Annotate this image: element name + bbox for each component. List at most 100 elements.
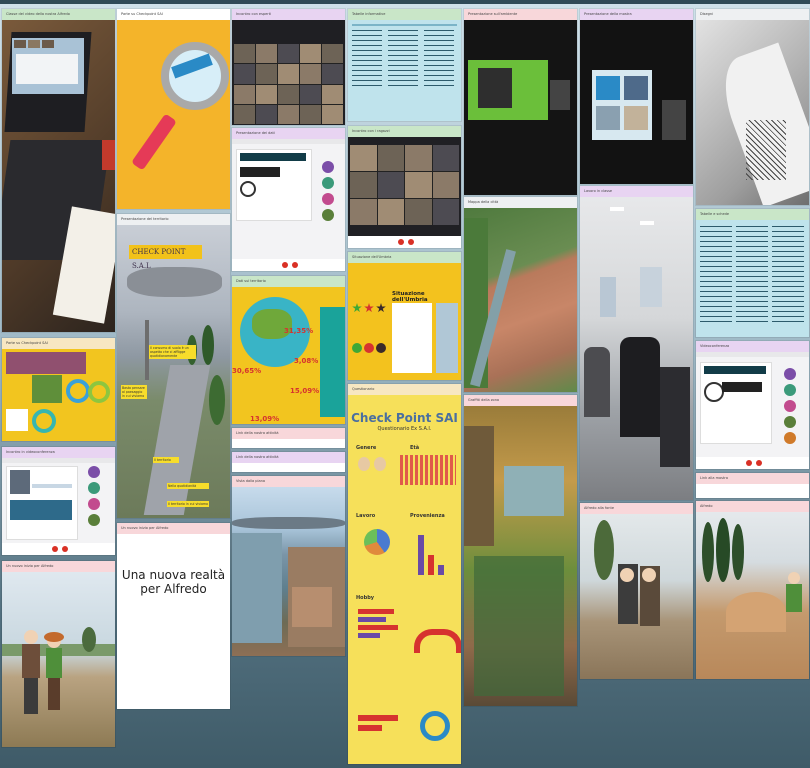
post-card-videocall-grid[interactable]: Incontro con esperti (232, 9, 345, 125)
post-image (696, 352, 809, 469)
post-header: Alfredo (696, 501, 809, 512)
post-image (232, 487, 345, 656)
sign-4: Nella quotidianità (167, 483, 209, 489)
sign-3: Il territorio (153, 457, 179, 463)
questionnaire-title: Check Point SAI (351, 411, 458, 425)
post-image (464, 208, 577, 392)
post-image: Situazione dell'Umbria (348, 263, 461, 380)
sign-1: Il consumo di suolo è un aspetto che ci … (149, 345, 196, 359)
post-card-data-presentation[interactable]: Presentazione dei dati (232, 128, 345, 271)
post-image (464, 406, 577, 706)
post-header: Classe del video della nostra Alfredo (2, 9, 115, 20)
post-card-tables[interactable]: Tabelle e schede (696, 209, 809, 337)
post-card-videocall-2[interactable]: Videoconferenza (696, 341, 809, 469)
post-card-note-alfredo[interactable]: Un nuovo inizio per Alfredo Una nuova re… (117, 523, 230, 709)
post-note: Una nuova realtà per Alfredo (121, 568, 226, 596)
post-header: Parte su Checkpoint SAI (117, 9, 230, 20)
post-image (232, 20, 345, 125)
post-header: Tabelle e schede (696, 209, 809, 220)
post-image (580, 514, 693, 679)
sign-5: Il territorio in cui viviamo (167, 501, 209, 507)
post-body: Check Point SAI Questionario Ex S.A.I. G… (348, 395, 461, 764)
post-card-drawings[interactable]: Disegni (696, 9, 809, 205)
checkpoint-banner: CHECK POINT S.A.L (129, 245, 202, 270)
post-header: Questionario (348, 384, 461, 395)
post-card-city-map[interactable]: Mappa della città (464, 197, 577, 392)
post-card-checkpoint-logo[interactable]: Parte su Checkpoint SAI (117, 9, 230, 209)
post-header: Presentazione dei dati (232, 128, 345, 139)
sign-2: Basta pensare al paesaggio in cui viviam… (121, 385, 147, 399)
post-card-graffiti[interactable]: Graffiti della zona (464, 395, 577, 706)
post-card-link-1[interactable]: Link della nostra attività (232, 428, 345, 448)
post-card-umbria-situation[interactable]: Situazione dell'Umbria Situazione dell'U… (348, 252, 461, 380)
post-header: Un nuovo inizio per Alfredo (117, 523, 230, 534)
post-image (2, 20, 115, 332)
label-eta: Età (410, 445, 420, 451)
post-body (696, 220, 809, 337)
top-strip (0, 0, 810, 4)
post-header: Parte su Checkpoint SAI (2, 338, 115, 349)
post-card-exhibit-screen[interactable]: Presentazione della mostra (580, 9, 693, 184)
post-image: CHECK POINT S.A.L Il consumo di suolo è … (117, 225, 230, 518)
post-card-info-table[interactable]: Tabelle informative (348, 9, 461, 121)
post-card-questionnaire[interactable]: Questionario Check Point SAI Questionari… (348, 384, 461, 764)
post-header: Incontro con esperti (232, 9, 345, 20)
post-card-checkpoint-infographic[interactable]: Parte su Checkpoint SAI (2, 338, 115, 441)
questionnaire-subtitle: Questionario Ex S.A.I. (377, 426, 432, 432)
post-header: Incontro con i ragazzi (348, 126, 461, 137)
post-card-alfredo-sand[interactable]: Alfredo (696, 501, 809, 679)
post-header: Lavoro in classe (580, 186, 693, 197)
post-card-classroom-work[interactable]: Lavoro in classe (580, 186, 693, 500)
post-header: Link alla mostra (696, 473, 809, 484)
post-card-umbria-data[interactable]: Dati sul territorio 31,35% 30,65% 3,08% … (232, 276, 345, 424)
post-image (117, 20, 230, 209)
post-image (696, 20, 809, 205)
post-header: Link della nostra attività (232, 452, 345, 463)
post-card-lake-view[interactable]: Vista dalla piana (232, 476, 345, 656)
post-header: Presentazione della mostra (580, 9, 693, 20)
post-header: Situazione dell'Umbria (348, 252, 461, 263)
label-provenienza: Provenienza (410, 513, 445, 519)
percent-1: 31,35% (284, 327, 314, 335)
post-header: Videoconferenza (696, 341, 809, 352)
post-card-link-2[interactable]: Link della nostra attività (232, 452, 345, 472)
post-card-link-exhibit[interactable]: Link alla mostra (696, 473, 809, 498)
post-image (348, 137, 461, 248)
post-header: Incontro in videoconferenza (2, 447, 115, 458)
post-header: Graffiti della zona (464, 395, 577, 406)
label-genere: Genere (356, 445, 377, 451)
post-body (348, 20, 461, 121)
umbria-label: Situazione dell'Umbria (392, 291, 428, 303)
post-card-alfredo-walk[interactable]: Un nuovo inizio per Alfredo (2, 561, 115, 747)
percent-2: 30,65% (232, 367, 262, 375)
post-header: Tabelle informative (348, 9, 461, 20)
post-header: Dati sul territorio (232, 276, 345, 287)
magnifier-icon (161, 42, 229, 110)
post-header: Presentazione del territorio (117, 214, 230, 225)
post-card-classroom-laptop[interactable]: Classe del video della nostra Alfredo (2, 9, 115, 332)
percent-3: 3,08% (294, 357, 319, 365)
post-image (580, 20, 693, 184)
label-lavoro: Lavoro (356, 513, 376, 519)
post-image (464, 20, 577, 195)
post-image (2, 572, 115, 747)
post-card-presentation-photo[interactable]: Presentazione sull'ambiente (464, 9, 577, 195)
post-image (2, 349, 115, 441)
post-image (2, 458, 115, 555)
post-image (232, 139, 345, 271)
post-header: Link della nostra attività (232, 428, 345, 439)
percent-4: 15,09% (290, 387, 320, 395)
post-card-territory-drawing[interactable]: Presentazione del territorio CHECK POINT… (117, 214, 230, 518)
post-body: Una nuova realtà per Alfredo (117, 534, 230, 709)
post-image (696, 512, 809, 679)
post-card-students-call[interactable]: Incontro con i ragazzi (348, 126, 461, 248)
post-header: Un nuovo inizio per Alfredo (2, 561, 115, 572)
label-hobby: Hobby (356, 595, 375, 601)
post-card-alfredo-fountain[interactable]: Alfredo alla fonte (580, 503, 693, 679)
post-header: Presentazione sull'ambiente (464, 9, 577, 20)
post-header: Alfredo alla fonte (580, 503, 693, 514)
post-card-videocall-share[interactable]: Incontro in videoconferenza (2, 447, 115, 555)
post-header: Disegni (696, 9, 809, 20)
percent-5: 13,09% (250, 415, 280, 423)
post-header: Mappa della città (464, 197, 577, 208)
